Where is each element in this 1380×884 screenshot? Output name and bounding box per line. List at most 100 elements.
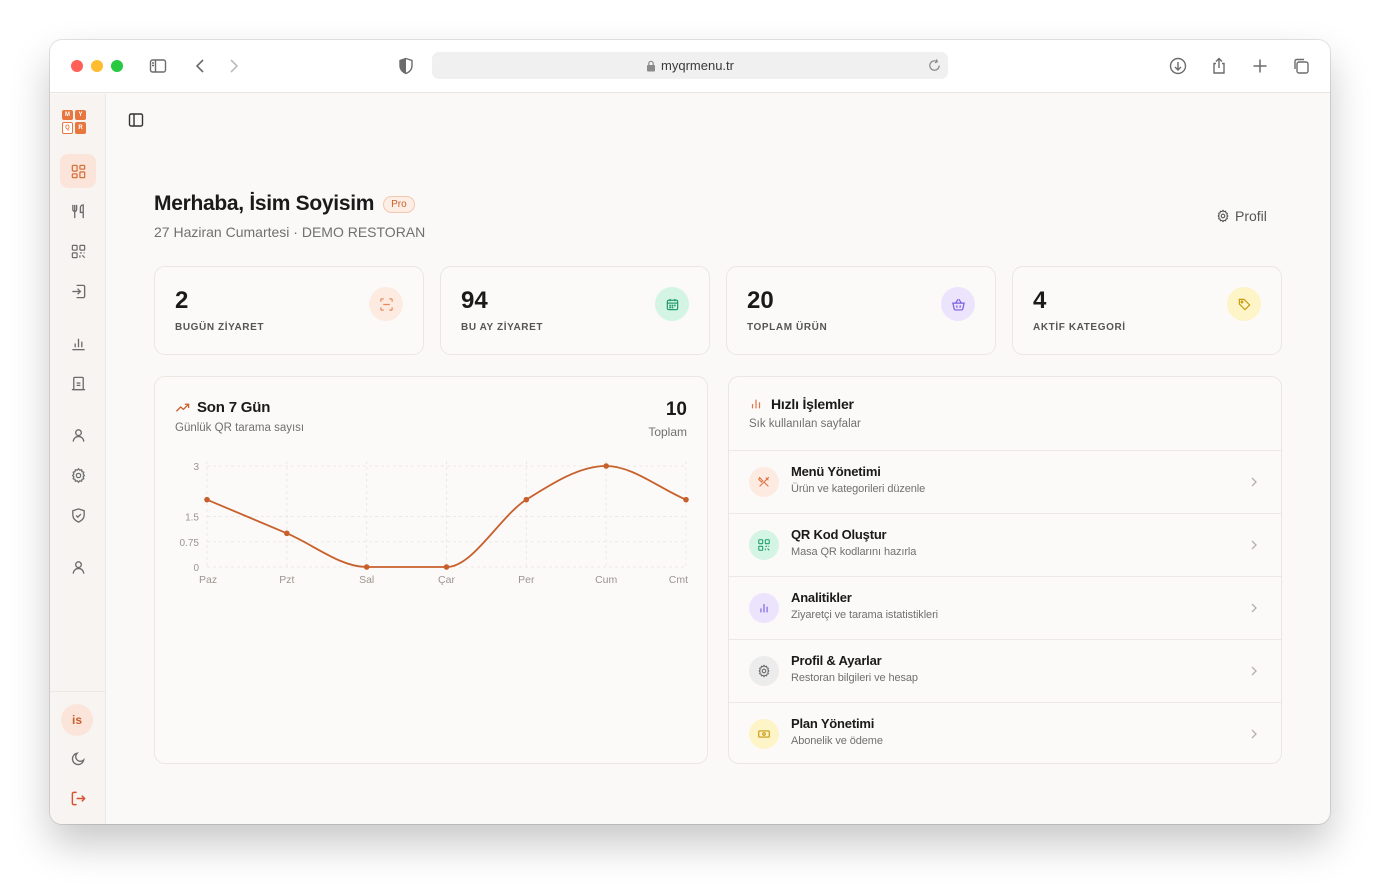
close-window-button[interactable] xyxy=(71,60,83,72)
logo-letter: M xyxy=(62,110,73,120)
x-tick-label: Per xyxy=(518,574,535,586)
collapse-sidebar-icon[interactable] xyxy=(126,110,146,130)
share-icon[interactable] xyxy=(1206,54,1232,78)
data-point xyxy=(284,530,290,537)
action-description: Masa QR kodlarını hazırla xyxy=(791,546,917,558)
sidebar-divider xyxy=(50,691,106,692)
quick-action-menu-management[interactable]: Menü Yönetimi Ürün ve kategorileri düzen… xyxy=(729,450,1281,513)
action-title: Plan Yönetimi xyxy=(791,716,875,731)
x-tick-label: Cum xyxy=(595,574,617,586)
sidebar-item-qr-codes[interactable] xyxy=(60,234,96,268)
url-text: myqrmenu.tr xyxy=(661,58,734,73)
sidebar-item-dashboard[interactable] xyxy=(60,154,96,188)
chevron-right-icon xyxy=(1251,666,1257,676)
stat-card-active-categories: 4 AKTİF KATEGORİ xyxy=(1012,266,1282,355)
user-icon xyxy=(72,560,84,574)
avatar[interactable]: is xyxy=(61,704,93,736)
forward-icon[interactable] xyxy=(220,54,246,78)
data-point xyxy=(603,463,609,469)
app-logo[interactable]: M Y Q R xyxy=(62,110,86,134)
tab-overview-icon[interactable] xyxy=(1288,54,1314,78)
stat-label: TOPLAM ÜRÜN xyxy=(747,322,828,333)
scan-icon xyxy=(369,287,403,321)
profile-button[interactable]: Profil xyxy=(1216,208,1267,224)
browser-window: myqrmenu.tr M Y Q R is Merhaba, İsim Soy… xyxy=(50,40,1330,824)
grid-icon xyxy=(71,164,85,178)
building-icon xyxy=(71,376,85,390)
quick-action-analytics[interactable]: Analitikler Ziyaretçi ve tarama istatist… xyxy=(729,576,1281,639)
stat-label: BU AY ZİYARET xyxy=(461,322,544,333)
utensils-icon xyxy=(71,203,84,218)
gear-icon xyxy=(71,467,85,483)
stat-value: 20 xyxy=(747,287,774,314)
data-point xyxy=(204,496,210,503)
action-description: Restoran bilgileri ve hesap xyxy=(791,672,918,684)
logout-icon xyxy=(71,791,86,805)
quick-actions-title: Hızlı İşlemler xyxy=(771,396,854,412)
banknote-icon xyxy=(749,719,779,749)
profile-label: Profil xyxy=(1235,208,1267,224)
quick-actions-card: Hızlı İşlemler Sık kullanılan sayfalar M… xyxy=(728,376,1282,764)
sidebar-item-restaurants[interactable] xyxy=(60,366,96,400)
action-title: Profil & Ayarlar xyxy=(791,653,882,668)
lock-icon xyxy=(647,60,656,71)
data-point xyxy=(523,496,530,503)
calendar-icon xyxy=(655,287,689,321)
action-title: Menü Yönetimi xyxy=(791,464,881,479)
utensils-crossed-icon xyxy=(749,467,779,497)
bar-chart-icon xyxy=(749,593,779,623)
quick-action-qr-code[interactable]: QR Kod Oluştur Masa QR kodlarını hazırla xyxy=(729,513,1281,576)
y-tick-label: 0 xyxy=(193,563,199,574)
sidebar-toggle-icon[interactable] xyxy=(145,54,171,78)
moon-icon xyxy=(71,751,85,765)
bar-chart-icon xyxy=(71,338,85,350)
logo-letter: Y xyxy=(75,110,86,120)
stat-card-total-products: 20 TOPLAM ÜRÜN xyxy=(726,266,996,355)
sidebar-item-security[interactable] xyxy=(60,498,96,532)
greeting-text: Merhaba, İsim Soyisim xyxy=(154,192,375,215)
user-icon xyxy=(72,428,84,442)
sidebar-item-settings[interactable] xyxy=(60,458,96,492)
qr-code-icon xyxy=(71,244,85,258)
x-tick-label: Paz xyxy=(199,574,217,586)
chevron-right-icon xyxy=(1251,477,1257,487)
quick-action-plan-management[interactable]: Plan Yönetimi Abonelik ve ödeme xyxy=(729,702,1281,763)
stat-value: 4 xyxy=(1033,287,1047,314)
logout-button[interactable] xyxy=(60,781,96,815)
minimize-window-button[interactable] xyxy=(91,60,103,72)
quick-actions-header: Hızlı İşlemler xyxy=(749,396,854,412)
app-sidebar: M Y Q R is xyxy=(50,94,106,824)
plan-badge: Pro xyxy=(383,195,415,213)
x-tick-label: Cmt xyxy=(669,574,688,586)
action-description: Ürün ve kategorileri düzenle xyxy=(791,483,926,495)
sidebar-item-users[interactable] xyxy=(60,418,96,452)
theme-toggle-button[interactable] xyxy=(60,741,96,775)
sidebar-item-analytics[interactable] xyxy=(60,326,96,360)
gear-icon xyxy=(749,656,779,686)
sidebar-item-import[interactable] xyxy=(60,274,96,308)
y-tick-label: 3 xyxy=(193,462,199,473)
downloads-icon[interactable] xyxy=(1165,54,1191,78)
line-chart: 0 0.75 1.5 3 Paz Pzt Sal Çar Per Cum Cmt xyxy=(180,461,689,586)
privacy-shield-icon[interactable] xyxy=(393,54,419,78)
action-description: Abonelik ve ödeme xyxy=(791,735,883,747)
stat-label: AKTİF KATEGORİ xyxy=(1033,322,1126,333)
new-tab-icon[interactable] xyxy=(1247,54,1273,78)
x-tick-label: Çar xyxy=(438,574,455,586)
import-icon xyxy=(71,284,85,298)
weekly-chart-card: Son 7 Gün Günlük QR tarama sayısı 10 Top… xyxy=(154,376,708,764)
data-point xyxy=(443,564,450,570)
chevron-right-icon xyxy=(1251,729,1257,739)
address-bar[interactable]: myqrmenu.tr xyxy=(432,52,948,79)
reload-icon[interactable] xyxy=(927,58,942,73)
stat-card-month-visits: 94 BU AY ZİYARET xyxy=(440,266,710,355)
quick-action-profile-settings[interactable]: Profil & Ayarlar Restoran bilgileri ve h… xyxy=(729,639,1281,702)
sidebar-item-account[interactable] xyxy=(60,550,96,584)
back-icon[interactable] xyxy=(188,54,214,78)
x-tick-label: Pzt xyxy=(279,574,294,586)
logo-letter: R xyxy=(75,122,86,134)
data-point xyxy=(363,564,370,570)
chevron-right-icon xyxy=(1251,540,1257,550)
sidebar-item-menu[interactable] xyxy=(60,194,96,228)
maximize-window-button[interactable] xyxy=(111,60,123,72)
